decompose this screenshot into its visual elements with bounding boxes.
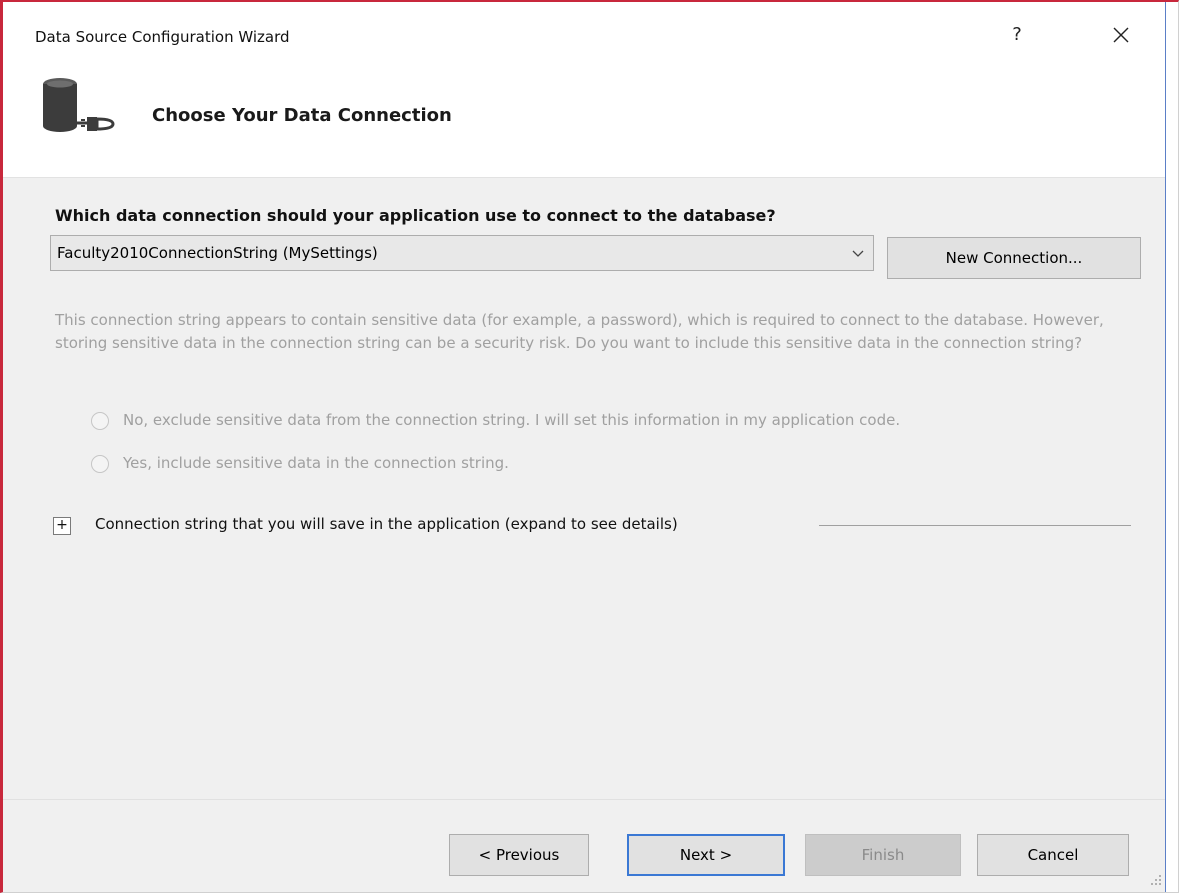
resize-grip-icon[interactable] <box>1150 874 1162 886</box>
exclude-sensitive-radio[interactable] <box>91 412 109 430</box>
wizard-header: Choose Your Data Connection <box>3 64 1168 178</box>
connection-question: Which data connection should your applic… <box>55 206 776 225</box>
next-button[interactable]: Next > <box>627 834 785 876</box>
help-button[interactable]: ? <box>1003 20 1031 50</box>
cancel-button[interactable]: Cancel <box>977 834 1129 876</box>
right-edge <box>1165 2 1178 892</box>
exclude-sensitive-label: No, exclude sensitive data from the conn… <box>123 411 901 429</box>
close-icon <box>1113 27 1129 43</box>
wizard-window: Data Source Configuration Wizard ? Choos… <box>0 0 1179 893</box>
chevron-down-icon <box>852 250 864 257</box>
include-sensitive-radio[interactable] <box>91 455 109 473</box>
previous-button[interactable]: < Previous <box>449 834 589 876</box>
footer-divider <box>3 799 1168 800</box>
close-button[interactable] <box>1103 20 1139 50</box>
include-sensitive-label: Yes, include sensitive data in the conne… <box>123 454 509 472</box>
new-connection-button[interactable]: New Connection... <box>887 237 1141 279</box>
help-icon: ? <box>1012 24 1022 45</box>
connection-select[interactable]: Faculty2010ConnectionString (MySettings) <box>50 235 874 271</box>
connection-string-expander-label[interactable]: Connection string that you will save in … <box>95 515 678 533</box>
page-title: Choose Your Data Connection <box>152 105 452 126</box>
sensitive-data-info: This connection string appears to contai… <box>55 311 1104 352</box>
connection-select-value: Faculty2010ConnectionString (MySettings) <box>57 244 378 262</box>
title-bar: Data Source Configuration Wizard ? <box>3 2 1168 64</box>
expand-connection-string-button[interactable]: + <box>53 517 71 535</box>
finish-button[interactable]: Finish <box>805 834 961 876</box>
database-connection-icon <box>43 78 115 132</box>
expander-divider <box>819 525 1131 526</box>
window-title: Data Source Configuration Wizard <box>35 28 290 46</box>
